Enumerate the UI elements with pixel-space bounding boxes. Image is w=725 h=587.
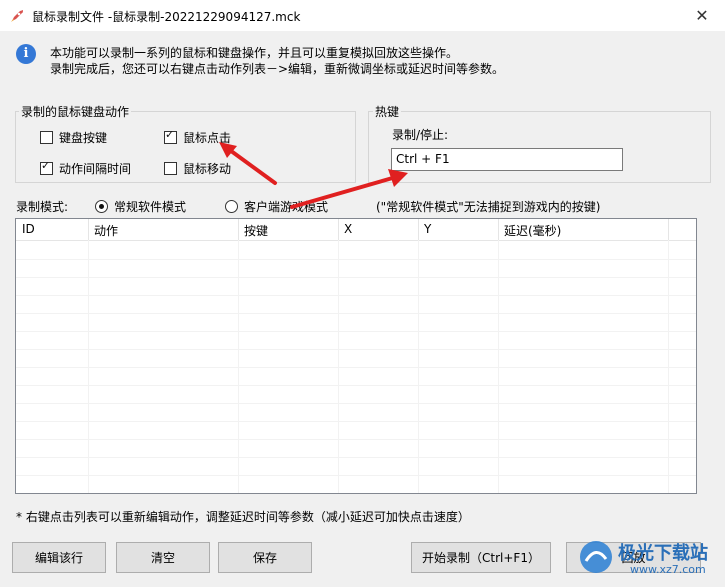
info-icon: i bbox=[16, 44, 36, 64]
watermark-url: www.xz7.com bbox=[630, 563, 706, 576]
annotation-arrow-click bbox=[219, 142, 277, 185]
actions-group-title: 录制的鼠标键盘动作 bbox=[19, 103, 132, 120]
footer-note: * 右键点击列表可以重新编辑动作，调整延迟时间等参数（减小延迟可加快点击速度） bbox=[16, 510, 470, 524]
interval-checkbox-label: 动作间隔时间 bbox=[59, 162, 132, 176]
normal-mode-radio-dot[interactable] bbox=[95, 200, 108, 213]
hotkey-group-title: 热键 bbox=[373, 103, 402, 120]
action-list-table[interactable]: ID 动作 按键 X Y 延迟(毫秒) bbox=[15, 218, 697, 494]
interval-checkbox-box[interactable] bbox=[40, 159, 53, 175]
hotkey-label: 录制/停止: bbox=[392, 128, 449, 142]
hotkey-input[interactable]: Ctrl + F1 bbox=[391, 148, 623, 171]
close-icon: ✕ bbox=[695, 6, 709, 25]
table-header: ID 动作 按键 X Y 延迟(毫秒) bbox=[16, 219, 696, 241]
column-header-y[interactable]: Y bbox=[424, 222, 431, 236]
hotkey-group bbox=[368, 111, 711, 183]
keyboard-checkbox-box[interactable] bbox=[40, 131, 53, 144]
annotation-arrow-hotkey bbox=[290, 169, 408, 209]
column-header-action[interactable]: 动作 bbox=[94, 222, 118, 239]
edit-row-button[interactable]: 编辑该行 bbox=[12, 542, 106, 573]
column-header-key[interactable]: 按键 bbox=[244, 222, 268, 239]
mouse-move-checkbox-box[interactable] bbox=[164, 162, 177, 175]
column-header-delay[interactable]: 延迟(毫秒) bbox=[504, 222, 561, 239]
aurora-logo-icon bbox=[580, 541, 612, 573]
save-button[interactable]: 保存 bbox=[218, 542, 312, 573]
normal-mode-radio[interactable]: 常规软件模式 bbox=[95, 198, 186, 215]
interval-checkbox[interactable]: 动作间隔时间 bbox=[40, 159, 132, 177]
info-text-line1: 本功能可以录制一系列的鼠标和键盘操作，并且可以重复模拟回放这些操作。 bbox=[50, 46, 459, 60]
window-title: 鼠标录制文件 -鼠标录制-20221229094127.mck bbox=[32, 10, 301, 24]
watermark-text: 极光下载站 bbox=[618, 543, 708, 564]
info-text-line2: 录制完成后，您还可以右键点击动作列表－>编辑，重新微调坐标或延迟时间等参数。 bbox=[50, 62, 505, 76]
title-bar: 鼠标录制文件 -鼠标录制-20221229094127.mck ✕ bbox=[0, 0, 725, 31]
game-mode-radio-dot[interactable] bbox=[225, 200, 238, 213]
start-record-button[interactable]: 开始录制（Ctrl+F1） bbox=[411, 542, 551, 573]
mouse-click-checkbox-box[interactable] bbox=[164, 128, 177, 144]
clear-button[interactable]: 清空 bbox=[116, 542, 210, 573]
column-header-x[interactable]: X bbox=[344, 222, 352, 236]
keyboard-checkbox[interactable]: 键盘按键 bbox=[40, 129, 107, 146]
keyboard-checkbox-label: 键盘按键 bbox=[59, 131, 108, 145]
mode-label: 录制模式: bbox=[16, 200, 69, 214]
watermark-logo: 极光下载站 www.xz7.com bbox=[578, 533, 718, 583]
column-header-id[interactable]: ID bbox=[22, 222, 35, 236]
rocket-icon bbox=[11, 10, 23, 22]
close-button[interactable]: ✕ bbox=[679, 0, 725, 31]
normal-mode-label: 常规软件模式 bbox=[114, 200, 187, 214]
